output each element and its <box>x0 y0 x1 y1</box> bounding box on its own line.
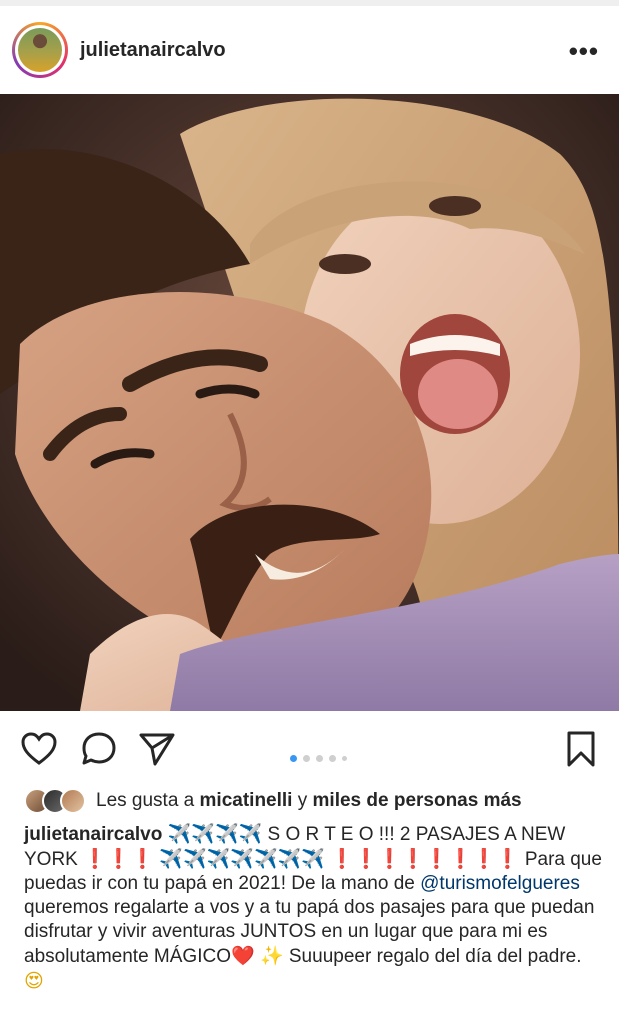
carousel-dot <box>290 755 297 762</box>
likes-prefix: Les gusta a <box>96 790 195 811</box>
heart-icon[interactable] <box>20 730 58 768</box>
more-options-icon[interactable]: ••• <box>569 36 599 67</box>
liker-avatars <box>24 788 86 814</box>
plane-emojis: ✈️✈️✈️✈️✈️✈️✈️ <box>159 848 325 870</box>
heart-eyes-emoji: 😍 <box>24 970 44 992</box>
post-header: julietanaircalvo ••• <box>0 6 619 94</box>
post-photo[interactable] <box>0 94 619 711</box>
likes-summary[interactable]: Les gusta a micatinelli y miles de perso… <box>24 786 522 816</box>
exclamation-emojis: ❗️❗️❗️❗️❗️❗️❗️❗️ <box>330 848 520 870</box>
liker-username[interactable]: micatinelli <box>200 790 293 812</box>
bookmark-icon[interactable] <box>562 730 600 768</box>
carousel-dot <box>329 755 336 762</box>
caption-username[interactable]: julietanaircalvo <box>24 824 162 845</box>
heart-emoji: ❤️ <box>230 945 255 967</box>
carousel-dot <box>303 755 310 762</box>
carousel-indicator <box>290 755 347 762</box>
carousel-dot <box>342 756 347 761</box>
avatar[interactable] <box>12 22 68 78</box>
comment-icon[interactable] <box>80 730 118 768</box>
post-caption: julietanaircalvo ✈️✈️✈️✈️ S O R T E O !!… <box>24 822 604 994</box>
carousel-dot <box>316 755 323 762</box>
post-username[interactable]: julietanaircalvo <box>80 39 226 62</box>
photo-illustration <box>0 94 619 711</box>
exclamation-emojis: ❗️❗️❗️ <box>83 848 155 870</box>
caption-text: Suuupeer regalo del día del padre. <box>283 946 582 967</box>
likes-joiner: y <box>297 790 308 811</box>
avatar <box>60 788 86 814</box>
likes-others[interactable]: miles de personas más <box>313 790 522 812</box>
mention-link[interactable]: @turismofelgueres <box>420 873 580 894</box>
avatar-image <box>18 28 62 72</box>
sparkles-emoji: ✨ <box>259 945 284 967</box>
post-actions <box>0 712 619 784</box>
plane-emojis: ✈️✈️✈️✈️ <box>167 823 263 845</box>
share-icon[interactable] <box>138 730 176 768</box>
